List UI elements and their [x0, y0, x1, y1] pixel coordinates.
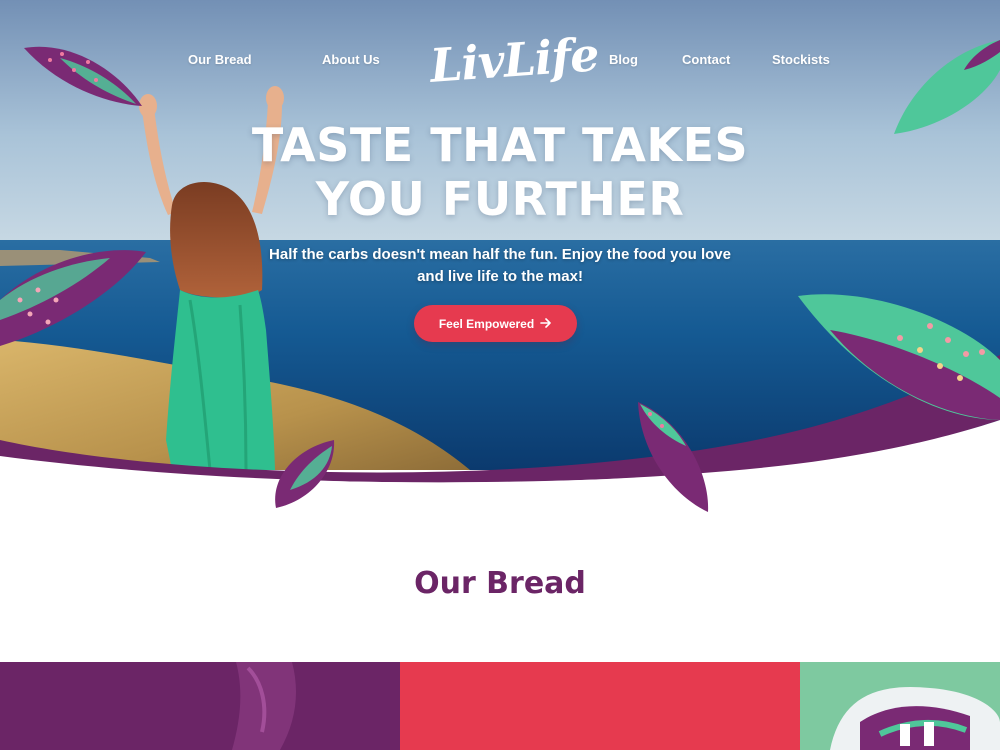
- hero-section: Our Bread About Us Blog Contact Stockist…: [0, 0, 1000, 470]
- bread-tile-green[interactable]: [800, 662, 1000, 750]
- hero-subtitle: Half the carbs doesn't mean half the fun…: [240, 244, 760, 288]
- our-bread-heading: Our Bread: [414, 566, 586, 601]
- bread-tiles: [0, 662, 1000, 750]
- nav-contact[interactable]: Contact: [682, 52, 730, 67]
- hero-subtitle-line-1: Half the carbs doesn't mean half the fun…: [269, 246, 731, 263]
- arrow-right-icon: [540, 317, 552, 331]
- hero-subtitle-line-2: and live life to the max!: [417, 268, 583, 285]
- bread-tile-red[interactable]: [400, 662, 800, 750]
- hero-headline-line-1: TASTE THAT TAKES: [251, 118, 749, 172]
- livlife-logo[interactable]: LivLife: [428, 21, 600, 101]
- cta-label: Feel Empowered: [438, 316, 535, 331]
- hero-headline-line-2: YOU FURTHER: [315, 172, 685, 226]
- bread-tile-purple[interactable]: [0, 662, 400, 750]
- nav-our-bread[interactable]: Our Bread: [188, 52, 252, 67]
- nav-stockists[interactable]: Stockists: [772, 52, 830, 67]
- bread-pack-image: [830, 686, 1000, 750]
- nav-blog[interactable]: Blog: [609, 52, 638, 67]
- nav-about-us[interactable]: About Us: [322, 52, 380, 67]
- hero-headline: TASTE THAT TAKES YOU FURTHER: [150, 118, 850, 226]
- bread-pack-image: [232, 662, 296, 750]
- feel-empowered-button[interactable]: Feel Empowered: [414, 305, 577, 342]
